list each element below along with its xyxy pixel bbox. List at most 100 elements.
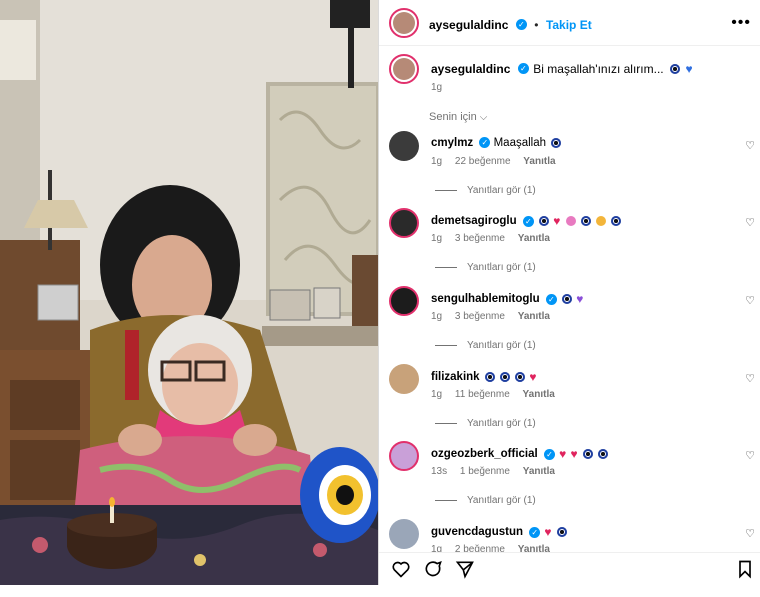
comment-username[interactable]: ozgeozberk_official [431, 448, 538, 460]
comment-avatar[interactable] [389, 364, 419, 394]
red-heart-emoji: ♥ [570, 447, 578, 461]
red-heart-emoji: ♥ [529, 370, 537, 384]
post-image [0, 0, 378, 585]
like-comment-heart-icon[interactable]: ♡ [745, 449, 755, 462]
comment-icon[interactable] [423, 559, 443, 579]
evil-eye-emoji [562, 294, 573, 304]
heart-icon[interactable] [391, 559, 411, 579]
replies-line [435, 344, 457, 346]
evil-eye-emoji [580, 216, 591, 226]
comment-username[interactable]: demetsagiroglu [431, 215, 517, 227]
view-replies-label: Yanıtları gör (1) [467, 262, 536, 273]
red-heart-emoji: ♥ [544, 525, 552, 539]
view-replies-label: Yanıtları gör (1) [467, 418, 536, 429]
comment-meta: 1g 11 beğenme Yanıtla [431, 389, 565, 400]
comment-likes[interactable]: 11 beğenme [455, 389, 510, 400]
comment-avatar[interactable] [389, 441, 419, 471]
comment-time: 1g [431, 311, 443, 322]
flower-emoji [565, 216, 576, 226]
evil-eye-emoji [499, 372, 510, 382]
filter-label: Senin için [429, 111, 477, 123]
reply-button[interactable]: Yanıtla [523, 389, 555, 400]
evil-eye-emoji [582, 449, 593, 459]
comment-username[interactable]: guvencdagustun [431, 526, 523, 538]
replies-line [435, 499, 457, 501]
send-icon[interactable] [455, 559, 475, 579]
like-comment-heart-icon[interactable]: ♡ [745, 527, 755, 540]
view-replies-label: Yanıtları gör (1) [467, 495, 536, 506]
red-heart-emoji: ♥ [559, 447, 567, 461]
verified-badge-icon: ✓ [543, 448, 555, 460]
comment-likes[interactable]: 3 beğenme [455, 311, 505, 322]
comment-item: filizakink ♥ 1g 11 beğenme Yanıtla ♡ Yan… [379, 364, 760, 442]
like-comment-heart-icon[interactable]: ♡ [745, 372, 755, 385]
like-comment-heart-icon[interactable]: ♡ [745, 216, 755, 229]
caption-avatar[interactable] [389, 54, 419, 84]
comment-text: guvencdagustun ✓ ♥ [431, 525, 567, 539]
comment-likes[interactable]: 3 beğenme [455, 233, 505, 244]
comment-username[interactable]: filizakink [431, 371, 480, 383]
comment-meta: 1g 3 beğenme Yanıtla [431, 311, 560, 322]
verified-badge-icon: ✓ [515, 19, 527, 31]
smiling-face-hearts-emoji [595, 216, 606, 226]
author-username[interactable]: aysegulaldinc [429, 18, 508, 32]
comment-time: 1g [431, 156, 443, 167]
replies-line [435, 189, 457, 191]
comment-text: ozgeozberk_official ✓ ♥ ♥ [431, 447, 608, 461]
comment-username[interactable]: cmylmz [431, 137, 473, 149]
comment-likes[interactable]: 1 beğenme [460, 466, 510, 477]
more-options-icon[interactable]: ••• [731, 14, 751, 32]
red-heart-emoji: ♥ [553, 214, 561, 228]
verified-badge-icon: ✓ [517, 63, 529, 75]
bookmark-icon[interactable] [735, 559, 755, 579]
reply-button[interactable]: Yanıtla [518, 233, 550, 244]
purple-heart-emoji: ♥ [576, 292, 584, 306]
comment-time: 1g [431, 389, 443, 400]
verified-badge-icon: ✓ [529, 526, 541, 538]
comment-meta: 13s 1 beğenme Yanıtla [431, 466, 565, 477]
view-replies-button[interactable]: Yanıtları gör (1) [435, 262, 536, 273]
like-comment-heart-icon[interactable]: ♡ [745, 139, 755, 152]
comment-likes[interactable]: 22 beğenme [455, 156, 511, 167]
comment-item: cmylmz ✓ Maaşallah 1g 22 beğenme Yanıtla… [379, 131, 760, 209]
post-photo[interactable] [0, 0, 378, 585]
evil-eye-emoji [539, 216, 550, 226]
reply-button[interactable]: Yanıtla [523, 156, 555, 167]
evil-eye-emoji [670, 63, 681, 74]
comment-filter-dropdown[interactable]: Senin için ⌵ [429, 111, 487, 123]
comment-text: demetsagiroglu ✓ ♥ [431, 214, 622, 228]
view-replies-button[interactable]: Yanıtları gör (1) [435, 418, 536, 429]
like-comment-heart-icon[interactable]: ♡ [745, 294, 755, 307]
reply-button[interactable]: Yanıtla [518, 311, 550, 322]
comment-avatar[interactable] [389, 131, 419, 161]
comment-time: 1g [431, 233, 443, 244]
evil-eye-emoji [551, 137, 562, 148]
post-header: aysegulaldinc ✓ • Takip Et ••• [379, 0, 760, 46]
separator-dot: • [534, 18, 539, 32]
comment-text: cmylmz ✓ Maaşallah [431, 137, 562, 149]
reply-button[interactable]: Yanıtla [523, 466, 555, 477]
comment-body: Maaşallah [493, 137, 547, 149]
verified-badge-icon: ✓ [479, 137, 491, 149]
author-avatar[interactable] [389, 8, 419, 38]
header-text: aysegulaldinc ✓ • Takip Et [429, 16, 592, 34]
evil-eye-emoji [611, 216, 622, 226]
comment-time: 13s [431, 466, 448, 477]
view-replies-button[interactable]: Yanıtları gör (1) [435, 340, 536, 351]
caption: aysegulaldinc ✓ Bi maşallah'ınızı alırım… [379, 52, 760, 104]
action-bar [379, 552, 760, 586]
follow-button[interactable]: Takip Et [546, 18, 592, 32]
comment-avatar[interactable] [389, 286, 419, 316]
comment-meta: 1g 3 beğenme Yanıtla [431, 233, 560, 244]
caption-username[interactable]: aysegulaldinc [431, 62, 510, 76]
comment-text: sengulhablemitoglu ✓ ♥ [431, 292, 583, 306]
view-replies-button[interactable]: Yanıtları gör (1) [435, 185, 536, 196]
view-replies-label: Yanıtları gör (1) [467, 340, 536, 351]
view-replies-button[interactable]: Yanıtları gör (1) [435, 495, 536, 506]
comment-item: sengulhablemitoglu ✓ ♥ 1g 3 beğenme Yanı… [379, 286, 760, 364]
comment-username[interactable]: sengulhablemitoglu [431, 293, 540, 305]
replies-line [435, 422, 457, 424]
comment-item: demetsagiroglu ✓ ♥ 1g 3 beğenme Yanıtla … [379, 208, 760, 286]
comment-avatar[interactable] [389, 208, 419, 238]
comment-avatar[interactable] [389, 519, 419, 549]
